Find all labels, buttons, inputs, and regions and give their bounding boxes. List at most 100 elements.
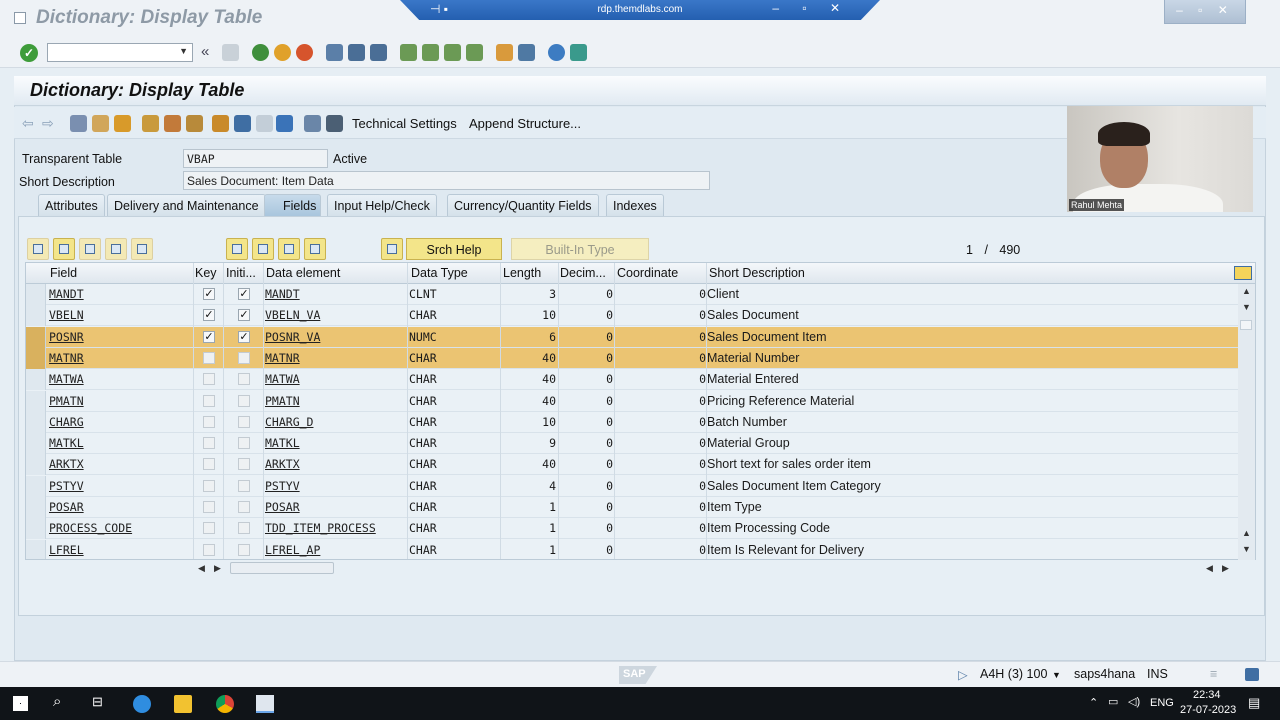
col-data-type[interactable]: Data Type — [411, 266, 468, 280]
contents-icon[interactable] — [304, 115, 321, 132]
delete-row-button[interactable] — [131, 238, 153, 260]
initial-checkbox[interactable] — [238, 415, 250, 428]
tab-indexes[interactable]: Indexes — [606, 194, 664, 216]
chrome-icon[interactable] — [216, 695, 234, 713]
save-icon[interactable] — [222, 44, 239, 61]
field-name[interactable]: POSNR — [49, 330, 189, 344]
data-element[interactable]: TDD_ITEM_PROCESS — [265, 521, 405, 535]
field-name[interactable]: PROCESS_CODE — [49, 521, 189, 535]
next-page-icon[interactable] — [444, 44, 461, 61]
new-session-icon[interactable] — [496, 44, 513, 61]
field-name[interactable]: ARKTX — [49, 457, 189, 471]
sap-logon-icon[interactable] — [256, 695, 274, 713]
field-name[interactable]: LFREL — [49, 543, 189, 557]
srch-help-button[interactable]: Srch Help — [406, 238, 502, 260]
initial-checkbox[interactable]: ✓ — [238, 330, 250, 343]
initial-checkbox[interactable] — [238, 437, 250, 450]
command-field[interactable]: ▼ — [47, 43, 193, 62]
technical-settings-button[interactable]: Technical Settings — [352, 116, 457, 131]
data-element[interactable]: POSNR_VA — [265, 330, 405, 344]
hierarchy-icon[interactable] — [212, 115, 229, 132]
scroll-left-arrow-icon[interactable]: ◀ — [198, 563, 205, 574]
back-icon[interactable] — [252, 44, 269, 61]
key-checkbox[interactable] — [203, 479, 215, 492]
initial-checkbox[interactable] — [238, 458, 250, 471]
previous-page-icon[interactable] — [422, 44, 439, 61]
initial-checkbox[interactable] — [238, 479, 250, 492]
key-checkbox[interactable] — [203, 543, 215, 556]
search-help-icon-button[interactable] — [381, 238, 403, 260]
table-row[interactable]: PMATN PMATN CHAR 40 0 0 Pricing Reference Mate… — [26, 390, 1238, 412]
field-name[interactable]: CHARG — [49, 415, 189, 429]
table-icon[interactable] — [326, 115, 343, 132]
check-icon[interactable] — [114, 115, 131, 132]
tab-input-help-check[interactable]: Input Help/Check — [327, 194, 437, 216]
key-checkbox[interactable] — [203, 373, 215, 386]
cancel-icon[interactable] — [296, 44, 313, 61]
data-element[interactable]: MATWA — [265, 372, 405, 386]
table-row[interactable]: LFREL LFREL_AP CHAR 1 0 0 Item Is Relevant for… — [26, 539, 1238, 559]
table-row[interactable]: MATKL MATKL CHAR 9 0 0 Material Group — [26, 433, 1238, 455]
scroll-left-end-arrow-icon[interactable]: ◀ — [1206, 563, 1213, 574]
scroll-up-button[interactable] — [304, 238, 326, 260]
display-change-icon[interactable] — [70, 115, 87, 132]
scroll-down-bottom-arrow-icon[interactable]: ▼ — [1242, 544, 1251, 554]
data-element[interactable]: MANDT — [265, 287, 405, 301]
paste-button[interactable] — [79, 238, 101, 260]
initial-checkbox[interactable] — [238, 394, 250, 407]
shortcut-icon[interactable] — [518, 44, 535, 61]
vertical-scroll-thumb[interactable] — [1240, 320, 1252, 330]
key-checkbox[interactable]: ✓ — [203, 288, 215, 300]
copy-button[interactable] — [53, 238, 75, 260]
find-next-icon[interactable] — [370, 44, 387, 61]
row-selector[interactable] — [26, 390, 46, 412]
tab-attributes[interactable]: Attributes — [38, 194, 105, 216]
scroll-up-bottom-arrow-icon[interactable]: ▲ — [1242, 528, 1251, 538]
col-data-element[interactable]: Data element — [266, 266, 340, 280]
row-selector[interactable] — [26, 475, 46, 497]
chevron-down-icon[interactable]: ▼ — [179, 46, 188, 56]
first-page-icon[interactable] — [400, 44, 417, 61]
window-icon[interactable] — [256, 115, 273, 132]
row-selector[interactable] — [26, 369, 46, 391]
key-checkbox[interactable]: ✓ — [203, 330, 215, 343]
initial-checkbox[interactable]: ✓ — [238, 288, 250, 300]
rdp-window-controls[interactable]: – ▫ ✕ — [772, 1, 850, 15]
status-expand-icon[interactable]: ▷ — [958, 667, 968, 682]
notifications-icon[interactable]: ▤ — [1248, 695, 1260, 711]
key-checkbox[interactable]: ✓ — [203, 309, 215, 322]
table-row[interactable]: PROCESS_CODE TDD_ITEM_PROCESS CHAR 1 0 0 Item … — [26, 518, 1238, 540]
col-coordinate[interactable]: Coordinate — [617, 266, 678, 280]
col-field[interactable]: Field — [50, 266, 77, 280]
activate-icon[interactable] — [142, 115, 159, 132]
insert-row-button[interactable] — [105, 238, 127, 260]
other-object-icon[interactable] — [92, 115, 109, 132]
field-name[interactable]: MATNR — [49, 351, 189, 365]
data-element[interactable]: POSAR — [265, 500, 405, 514]
data-element[interactable]: LFREL_AP — [265, 543, 405, 557]
key-checkbox[interactable] — [203, 522, 215, 535]
horizontal-scroll-thumb[interactable] — [230, 562, 334, 574]
insert-mode[interactable]: INS — [1147, 667, 1168, 681]
object-list-icon[interactable] — [186, 115, 203, 132]
enter-icon[interactable]: ✓ — [20, 44, 38, 62]
row-selector[interactable] — [26, 539, 46, 559]
volume-icon[interactable]: ◁) — [1128, 695, 1140, 708]
field-name[interactable]: MATKL — [49, 436, 189, 450]
clock-time[interactable]: 22:34 — [1193, 689, 1221, 701]
table-row[interactable]: ARKTX ARKTX CHAR 40 0 0 Short text for sales o… — [26, 454, 1238, 476]
row-selector[interactable] — [26, 497, 46, 518]
table-row[interactable]: MANDT ✓ ✓ MANDT CLNT 3 0 0 Client — [26, 284, 1238, 305]
key-checkbox[interactable] — [203, 351, 215, 364]
col-short-description[interactable]: Short Description — [709, 266, 805, 280]
row-selector[interactable] — [26, 433, 46, 455]
field-name[interactable]: MANDT — [49, 287, 189, 301]
last-page-icon[interactable] — [466, 44, 483, 61]
row-selector[interactable] — [26, 326, 46, 348]
window-controls[interactable]: – ▫ ✕ — [1164, 0, 1246, 24]
scroll-right-end-arrow-icon[interactable]: ▶ — [1222, 563, 1229, 574]
row-selector[interactable] — [26, 305, 46, 327]
append-structure-button[interactable]: Append Structure... — [469, 116, 581, 131]
windows-start-icon[interactable] — [13, 696, 28, 711]
print-icon[interactable] — [326, 44, 343, 61]
